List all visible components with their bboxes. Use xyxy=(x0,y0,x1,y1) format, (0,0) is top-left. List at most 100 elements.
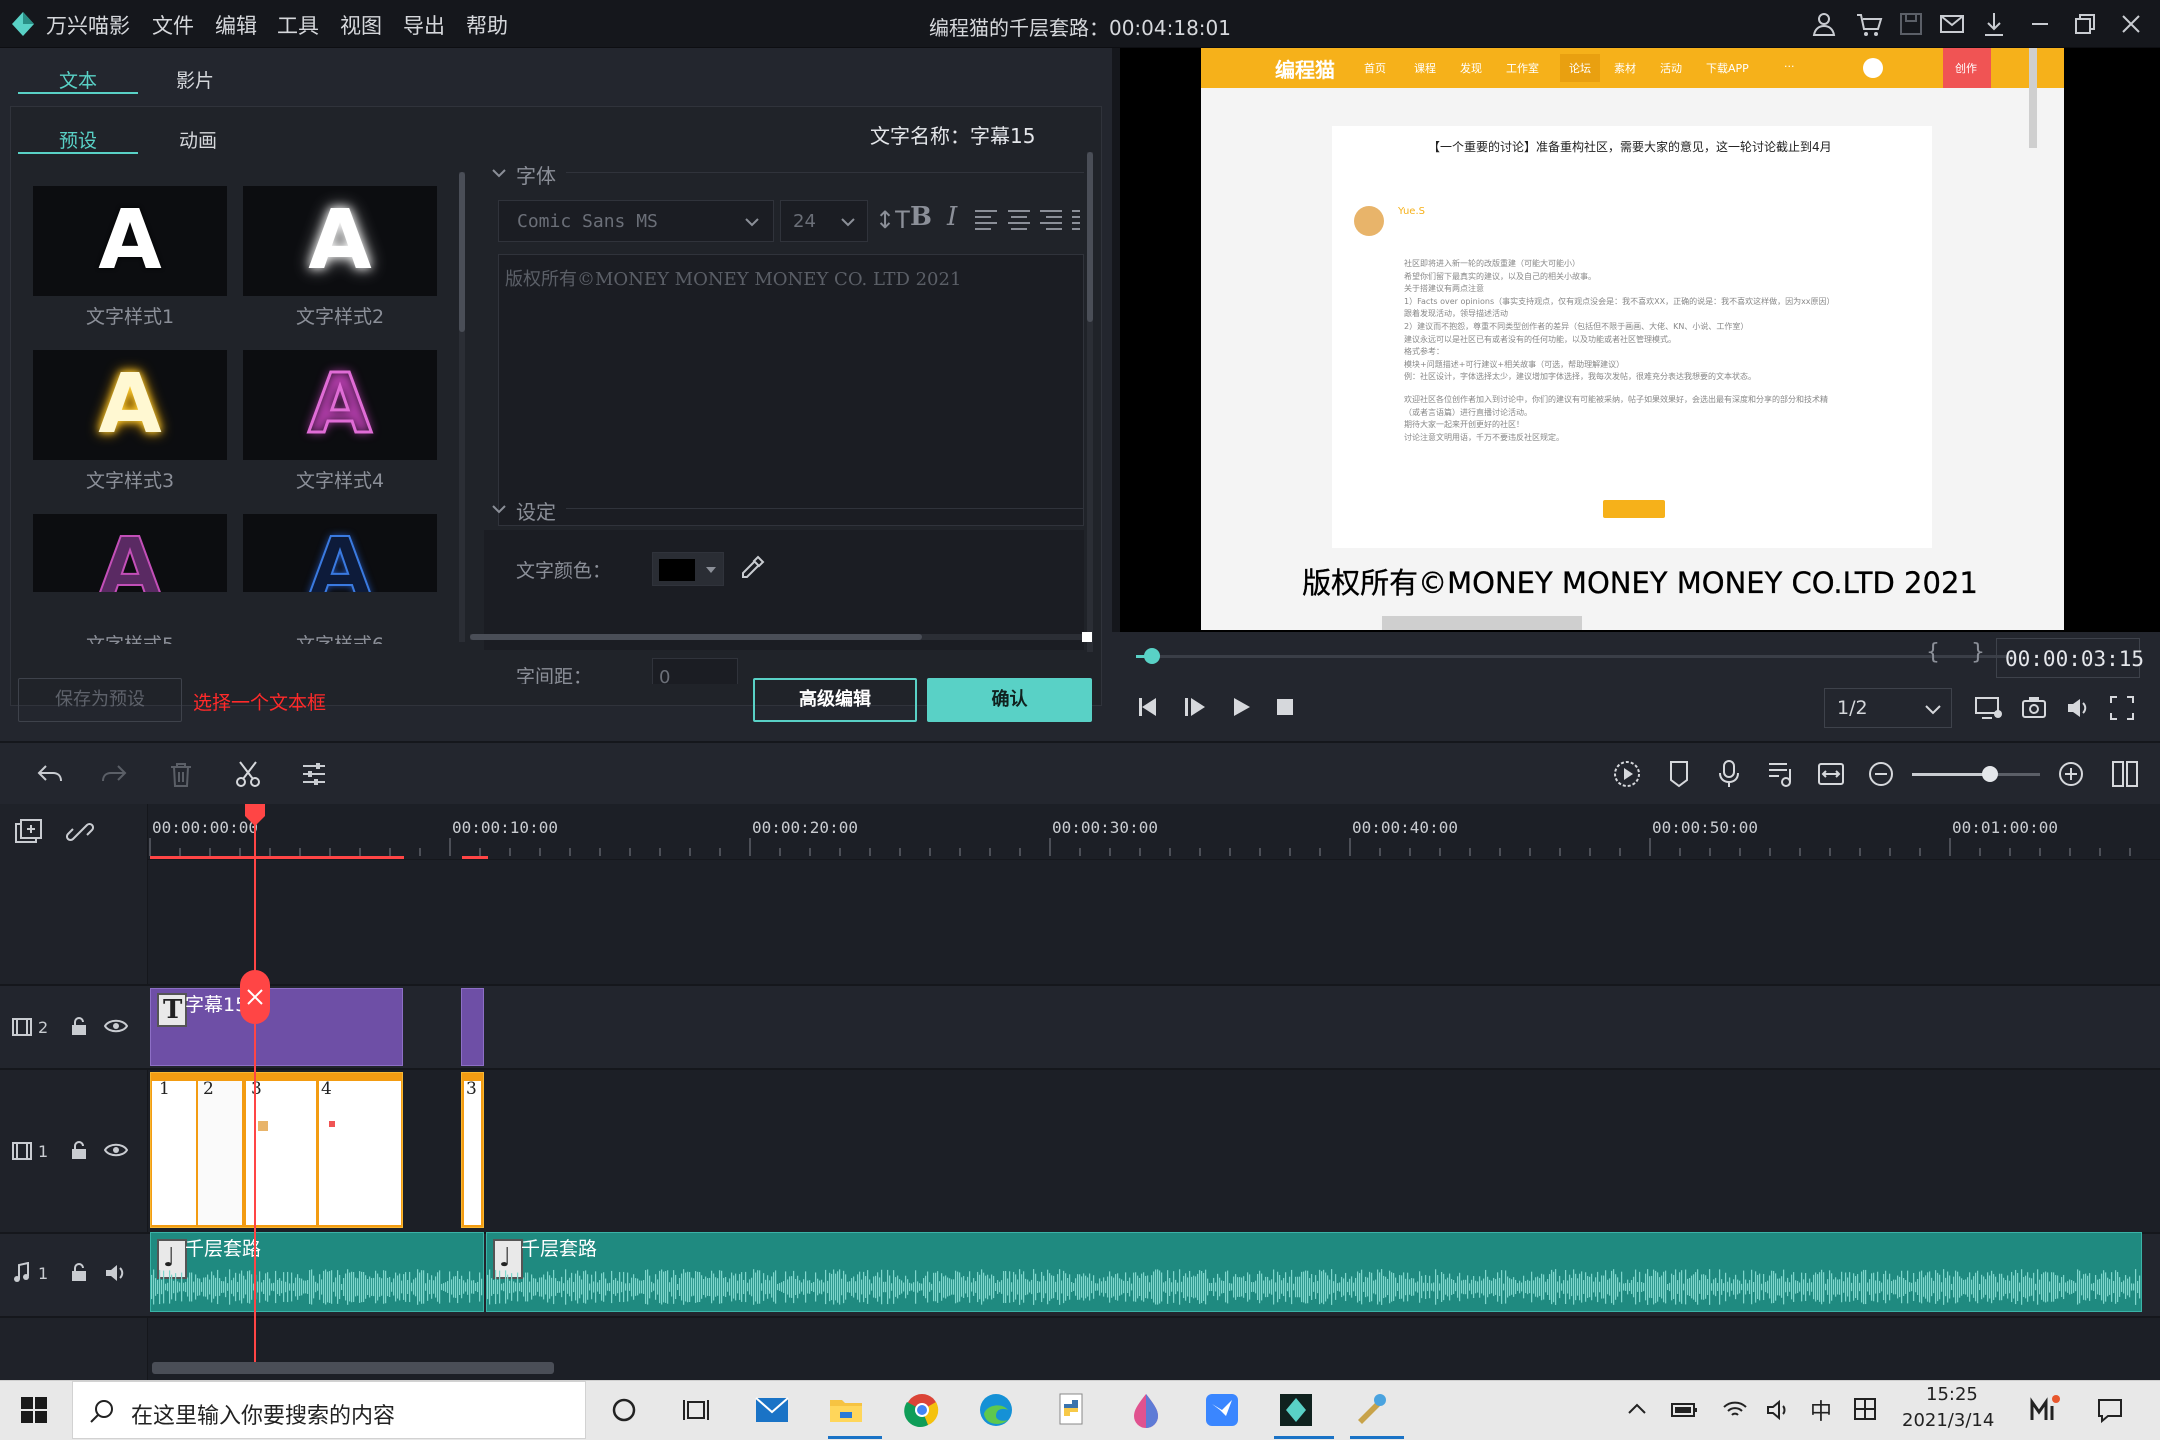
chevron-down-icon[interactable] xyxy=(490,500,508,518)
battery-icon[interactable] xyxy=(1670,1398,1698,1420)
zoom-out-icon[interactable] xyxy=(1868,761,1894,787)
bold-icon[interactable]: B xyxy=(910,202,932,232)
python-icon[interactable] xyxy=(1052,1390,1092,1430)
volume-icon[interactable] xyxy=(2064,694,2092,722)
adjust-icon[interactable] xyxy=(300,761,328,787)
align-right-icon[interactable] xyxy=(1038,208,1064,232)
preset-5[interactable]: A xyxy=(33,514,227,592)
lock-icon[interactable] xyxy=(70,1016,88,1036)
preset-2[interactable]: A xyxy=(243,186,437,296)
zoom-slider-handle[interactable] xyxy=(1982,766,1998,782)
mark-in-out[interactable]: { } xyxy=(1926,640,1997,665)
playhead-handle[interactable] xyxy=(243,804,267,826)
wifi-icon[interactable] xyxy=(1722,1398,1748,1422)
fit-timeline-icon[interactable] xyxy=(1816,759,1846,789)
file-explorer-icon[interactable] xyxy=(826,1390,866,1430)
eye-icon[interactable] xyxy=(104,1018,128,1034)
paint-app-icon[interactable] xyxy=(1352,1390,1392,1430)
lock-icon[interactable] xyxy=(70,1140,88,1160)
task-view-icon[interactable] xyxy=(682,1396,710,1424)
menu-view[interactable]: 视图 xyxy=(340,10,382,40)
video-clip-5[interactable]: 3 xyxy=(461,1072,484,1228)
text-height-icon[interactable]: ↕T xyxy=(875,206,910,234)
preset-1[interactable]: A xyxy=(33,186,227,296)
title-clip[interactable]: T 字幕15 xyxy=(150,988,403,1066)
menu-export[interactable]: 导出 xyxy=(403,10,445,40)
ime-indicator[interactable]: 中 xyxy=(1810,1394,1832,1426)
menu-edit[interactable]: 编辑 xyxy=(215,10,257,40)
snapshot-icon[interactable] xyxy=(2020,694,2048,722)
font-family-select[interactable]: Comic Sans MS xyxy=(498,200,774,242)
restore-icon[interactable] xyxy=(2071,10,2099,38)
edge-icon[interactable] xyxy=(976,1390,1016,1430)
preset-4[interactable]: A xyxy=(243,350,437,460)
lock-icon[interactable] xyxy=(70,1262,88,1282)
save-preset-button[interactable]: 保存为预设 xyxy=(18,678,182,722)
editor-hscroll-thumb[interactable] xyxy=(470,634,922,640)
windows-start-icon[interactable] xyxy=(20,1396,48,1424)
editor-scrollbar-thumb[interactable] xyxy=(1087,152,1093,322)
advanced-edit-button[interactable]: 高级编辑 xyxy=(753,678,917,722)
tab-preset[interactable]: 预设 xyxy=(18,126,138,153)
speaker-icon[interactable] xyxy=(104,1262,128,1284)
cart-icon[interactable] xyxy=(1855,10,1883,38)
chevron-up-icon[interactable] xyxy=(1626,1398,1648,1420)
eyedropper-icon[interactable] xyxy=(738,554,766,582)
audio-clip-2[interactable]: ♩ 千层套路 xyxy=(486,1232,2142,1312)
audio-clip-1[interactable]: ♩ 千层套路 xyxy=(150,1232,484,1312)
ime-mode-icon[interactable] xyxy=(1852,1396,1878,1422)
tab-film[interactable]: 影片 xyxy=(135,66,255,93)
justify-icon[interactable] xyxy=(1070,208,1080,232)
clock-time[interactable]: 15:25 xyxy=(1926,1384,1978,1405)
preset-3[interactable]: A xyxy=(33,350,227,460)
playback-handle[interactable] xyxy=(1144,648,1160,664)
delete-icon[interactable] xyxy=(168,761,194,789)
fullscreen-icon[interactable] xyxy=(2108,694,2136,722)
align-left-icon[interactable] xyxy=(973,208,999,232)
minimize-icon[interactable] xyxy=(2026,10,2054,38)
font-size-select[interactable]: 24 xyxy=(780,200,868,242)
redo-icon[interactable] xyxy=(100,761,128,787)
previous-frame-icon[interactable] xyxy=(1136,694,1162,720)
chevron-down-icon[interactable] xyxy=(490,164,508,182)
speaker-tray-icon[interactable] xyxy=(1766,1398,1792,1422)
meet-now-icon[interactable] xyxy=(2028,1394,2062,1424)
time-ruler[interactable]: 00:00:00:00 00:00:10:00 00:00:20:00 00:0… xyxy=(148,804,2160,860)
split-point-marker[interactable] xyxy=(240,970,270,1024)
account-icon[interactable] xyxy=(1810,10,1838,38)
link-icon[interactable] xyxy=(66,818,94,846)
taskbar-search[interactable]: 在这里输入你要搜索的内容 xyxy=(72,1381,586,1439)
eye-icon[interactable] xyxy=(104,1142,128,1158)
mail-icon[interactable] xyxy=(1938,10,1966,38)
filmora-taskbar-icon[interactable] xyxy=(1276,1390,1316,1430)
timeline-scrollbar-thumb[interactable] xyxy=(152,1362,554,1374)
preset-scrollbar-thumb[interactable] xyxy=(459,172,465,332)
subtitle-overlay[interactable]: 版权所有©MONEY MONEY MONEY CO.LTD 2021 xyxy=(1120,560,2160,608)
panel-layout-icon[interactable] xyxy=(2110,759,2140,789)
audio-mixer-icon[interactable] xyxy=(1766,759,1794,789)
preset-6[interactable]: A xyxy=(243,514,437,592)
menu-file[interactable]: 文件 xyxy=(152,10,194,40)
chrome-icon[interactable] xyxy=(902,1390,942,1430)
microphone-icon[interactable] xyxy=(1716,759,1742,789)
add-track-icon[interactable] xyxy=(14,818,44,846)
notification-icon[interactable] xyxy=(2096,1396,2124,1424)
menu-help[interactable]: 帮助 xyxy=(466,10,508,40)
video-clip-group[interactable]: 1 2 3 4 xyxy=(150,1072,403,1228)
title-clip-2[interactable] xyxy=(461,988,484,1066)
mail-app-icon[interactable] xyxy=(752,1390,792,1430)
marker-icon[interactable] xyxy=(1666,759,1692,789)
stop-icon[interactable] xyxy=(1272,694,1298,720)
cortana-icon[interactable] xyxy=(610,1396,638,1424)
quality-select[interactable]: 1/2 xyxy=(1824,688,1952,728)
display-settings-icon[interactable] xyxy=(1974,694,2004,722)
close-icon[interactable] xyxy=(2117,10,2145,38)
menu-tools[interactable]: 工具 xyxy=(277,10,319,40)
italic-icon[interactable]: I xyxy=(947,202,957,232)
paint-drop-icon[interactable] xyxy=(1126,1390,1166,1430)
align-center-icon[interactable] xyxy=(1006,208,1032,232)
tab-animation[interactable]: 动画 xyxy=(138,126,258,153)
play-icon[interactable] xyxy=(1228,694,1254,720)
text-content-input[interactable]: 版权所有©MONEY MONEY MONEY CO. LTD 2021 xyxy=(498,254,1084,526)
text-color-picker[interactable] xyxy=(652,552,724,586)
